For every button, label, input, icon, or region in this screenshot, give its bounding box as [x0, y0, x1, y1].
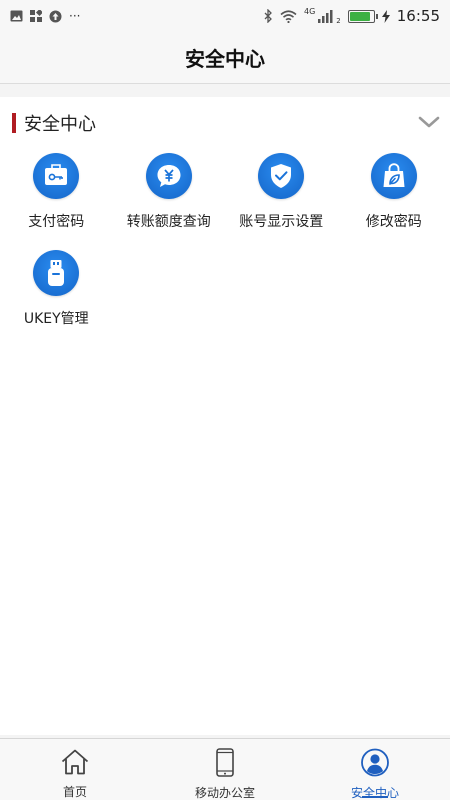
- tab-label: 移动办公室: [194, 786, 255, 800]
- payment-key-icon: [33, 153, 80, 199]
- function-grid: 支付密码 转账额度查询 账号显示设置 修改密码 UKEY管理: [0, 149, 450, 343]
- section-accent-bar: [12, 113, 16, 133]
- shield-check-icon: [258, 153, 305, 199]
- battery-fill: [349, 11, 371, 21]
- usb-key-icon: [33, 250, 80, 296]
- nav-bar: 安全中心: [0, 32, 450, 84]
- tab-label: 首页: [62, 785, 87, 799]
- ukey-management-item[interactable]: UKEY管理: [0, 246, 113, 343]
- transfer-limit-query-item[interactable]: 转账额度查询: [113, 149, 226, 246]
- battery-icon: [347, 9, 378, 23]
- status-time: 16:55: [396, 7, 440, 25]
- page-title: 安全中心: [185, 47, 265, 71]
- tab-home[interactable]: 首页: [0, 739, 150, 800]
- security-section-card: 安全中心 支付密码 转账额度查询 账号显示设置 修改密码 UKEY管理: [0, 97, 450, 735]
- payment-password-item[interactable]: 支付密码: [0, 149, 113, 246]
- status-bar: ··· 4G 2 16:55: [0, 0, 450, 32]
- charging-icon: [381, 9, 390, 23]
- network-type-label: 4G: [304, 6, 316, 16]
- grid-item-label: 转账额度查询: [126, 214, 211, 230]
- tab-mobile-office[interactable]: 移动办公室: [150, 739, 300, 800]
- signal-icon: [318, 9, 334, 23]
- upload-icon: [49, 10, 62, 23]
- bag-leaf-icon: [370, 153, 417, 199]
- section-header[interactable]: 安全中心: [0, 97, 450, 149]
- bottom-tab-bar: 首页 移动办公室 安全中心: [0, 738, 450, 800]
- grid-item-label: UKEY管理: [23, 311, 89, 327]
- wifi-icon: [280, 9, 297, 23]
- grid-item-label: 账号显示设置: [239, 214, 324, 230]
- tab-security-center[interactable]: 安全中心: [300, 739, 450, 800]
- chevron-down-icon[interactable]: [416, 109, 442, 135]
- grid-item-label: 支付密码: [28, 214, 85, 230]
- yuan-chat-icon: [145, 153, 192, 199]
- home-icon: [60, 748, 90, 780]
- phone-icon: [215, 748, 235, 781]
- account-display-settings-item[interactable]: 账号显示设置: [225, 149, 338, 246]
- active-tab-indicator: [362, 796, 388, 798]
- change-password-item[interactable]: 修改密码: [338, 149, 450, 246]
- status-left-icons: ···: [10, 9, 80, 23]
- bluetooth-icon: [264, 9, 273, 23]
- apps-icon: [30, 10, 42, 22]
- signal-sub-label: 2: [336, 17, 341, 25]
- status-right-icons: 4G 2 16:55: [264, 7, 440, 25]
- user-circle-icon: [360, 748, 390, 781]
- image-icon: [10, 10, 23, 22]
- grid-item-label: 修改密码: [365, 214, 422, 230]
- more-dots-icon: ···: [69, 9, 81, 23]
- section-title: 安全中心: [24, 114, 96, 135]
